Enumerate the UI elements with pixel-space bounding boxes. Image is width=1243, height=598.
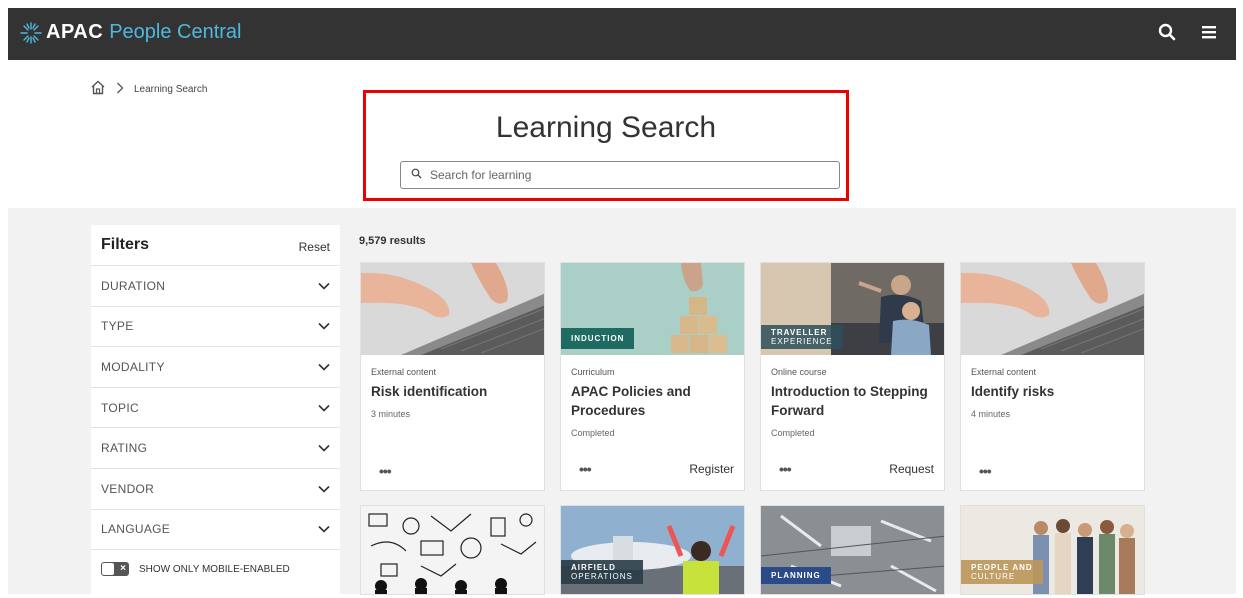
learning-card[interactable]: AIRFIELD OPERATIONS xyxy=(560,505,745,595)
brand-short: APAC xyxy=(46,21,104,43)
filter-label: LANGUAGE xyxy=(101,522,171,537)
mobile-enabled-toggle[interactable]: × xyxy=(101,562,129,577)
filter-label: TOPIC xyxy=(101,400,139,415)
register-button[interactable]: Register xyxy=(689,462,734,476)
filter-language[interactable]: LANGUAGE xyxy=(91,510,340,551)
card-badge-line1: PEOPLE AND xyxy=(971,563,1033,572)
chevron-down-icon xyxy=(318,441,330,455)
chevron-down-icon xyxy=(318,401,330,415)
learning-card[interactable]: INDUCTION Curriculum APAC Policies and P… xyxy=(560,262,745,491)
filters-panel: Filters Reset DURATION TYPE MODALITY TOP… xyxy=(91,225,340,595)
card-type: External content xyxy=(971,367,1037,377)
mobile-toggle-label: SHOW ONLY MOBILE-ENABLED xyxy=(139,563,290,575)
filter-label: DURATION xyxy=(101,278,166,293)
filters-header: Filters Reset xyxy=(91,225,340,266)
chevron-down-icon xyxy=(318,319,330,333)
chevron-down-icon xyxy=(318,279,330,293)
card-badge: TRAVELLER EXPERIENCE xyxy=(761,325,843,349)
card-duration: 4 minutes xyxy=(971,409,1011,419)
card-thumbnail xyxy=(961,263,1144,355)
mobile-enabled-toggle-row: × SHOW ONLY MOBILE-ENABLED xyxy=(91,550,340,588)
card-type: Curriculum xyxy=(571,367,615,377)
card-badge-line2: CULTURE xyxy=(971,572,1016,581)
app-logo[interactable]: APAC People Central xyxy=(20,21,242,44)
filter-topic[interactable]: TOPIC xyxy=(91,388,340,429)
card-type: Online course xyxy=(771,367,827,377)
filter-vendor[interactable]: VENDOR xyxy=(91,469,340,510)
filter-label: TYPE xyxy=(101,319,134,334)
request-button[interactable]: Request xyxy=(889,462,934,476)
main-content: Filters Reset DURATION TYPE MODALITY TOP… xyxy=(8,208,1236,595)
learning-card[interactable]: PEOPLE AND CULTURE xyxy=(960,505,1145,595)
learning-card[interactable]: PLANNING xyxy=(760,505,945,595)
results-count: 9,579 results xyxy=(359,235,426,247)
filters-title: Filters xyxy=(101,236,150,253)
top-bar: APAC People Central xyxy=(8,8,1236,60)
learning-card[interactable]: External content Identify risks 4 minute… xyxy=(960,262,1145,491)
card-title[interactable]: APAC Policies and Procedures xyxy=(571,382,734,420)
card-title[interactable]: Risk identification xyxy=(371,382,534,401)
card-badge-line1: TRAVELLER xyxy=(771,328,828,337)
starburst-logo-icon xyxy=(20,21,42,44)
chevron-down-icon xyxy=(318,522,330,536)
chevron-down-icon xyxy=(318,360,330,374)
card-title[interactable]: Identify risks xyxy=(971,382,1134,401)
card-status: Completed xyxy=(571,428,615,438)
search-field[interactable] xyxy=(400,161,840,189)
close-icon: × xyxy=(120,563,126,575)
toggle-knob xyxy=(102,563,114,576)
filter-type[interactable]: TYPE xyxy=(91,307,340,348)
reset-button[interactable]: Reset xyxy=(299,240,330,254)
learning-card[interactable]: External content Risk identification 3 m… xyxy=(360,262,545,491)
card-badge-line2: OPERATIONS xyxy=(571,572,633,581)
card-badge-line1: AIRFIELD xyxy=(571,563,616,572)
page-title: Learning Search xyxy=(495,111,717,144)
card-type: External content xyxy=(371,367,437,377)
filter-label: MODALITY xyxy=(101,359,165,374)
more-options-icon[interactable]: ••• xyxy=(971,464,992,478)
more-options-icon[interactable]: ••• xyxy=(771,462,792,476)
home-icon[interactable] xyxy=(90,80,106,98)
card-badge-line2: EXPERIENCE xyxy=(771,337,833,346)
card-badge: PLANNING xyxy=(761,567,831,584)
filter-label: VENDOR xyxy=(101,481,155,496)
breadcrumb-current: Learning Search xyxy=(134,83,208,95)
card-badge: INDUCTION xyxy=(561,328,635,349)
search-icon xyxy=(411,166,422,184)
hero-section: Learning Search Learning Search xyxy=(8,60,1236,208)
search-highlight-box: Learning Search xyxy=(363,90,849,201)
card-thumbnail xyxy=(361,263,544,355)
more-options-icon[interactable]: ••• xyxy=(571,462,592,476)
filter-label: RATING xyxy=(101,441,148,456)
card-title[interactable]: Introduction to Stepping Forward xyxy=(771,382,934,420)
chevron-right-icon xyxy=(116,82,124,97)
card-thumbnail xyxy=(361,506,544,594)
brand-name: People Central xyxy=(109,21,242,43)
filter-modality[interactable]: MODALITY xyxy=(91,347,340,388)
filter-duration[interactable]: DURATION xyxy=(91,266,340,307)
card-duration: 3 minutes xyxy=(371,409,411,419)
card-status: Completed xyxy=(771,428,815,438)
breadcrumb: Learning Search xyxy=(90,80,207,98)
search-icon[interactable] xyxy=(1158,23,1176,41)
learning-card[interactable]: TRAVELLER EXPERIENCE Online course Intro… xyxy=(760,262,945,491)
card-badge: AIRFIELD OPERATIONS xyxy=(561,560,643,584)
filter-rating[interactable]: RATING xyxy=(91,428,340,469)
learning-card[interactable] xyxy=(360,505,545,595)
menu-icon[interactable] xyxy=(1200,23,1218,41)
card-thumbnail: INDUCTION xyxy=(561,263,744,355)
search-input[interactable] xyxy=(430,168,830,182)
card-thumbnail: TRAVELLER EXPERIENCE xyxy=(761,263,944,355)
card-badge: PEOPLE AND CULTURE xyxy=(961,560,1043,584)
chevron-down-icon xyxy=(318,482,330,496)
more-options-icon[interactable]: ••• xyxy=(371,464,392,478)
